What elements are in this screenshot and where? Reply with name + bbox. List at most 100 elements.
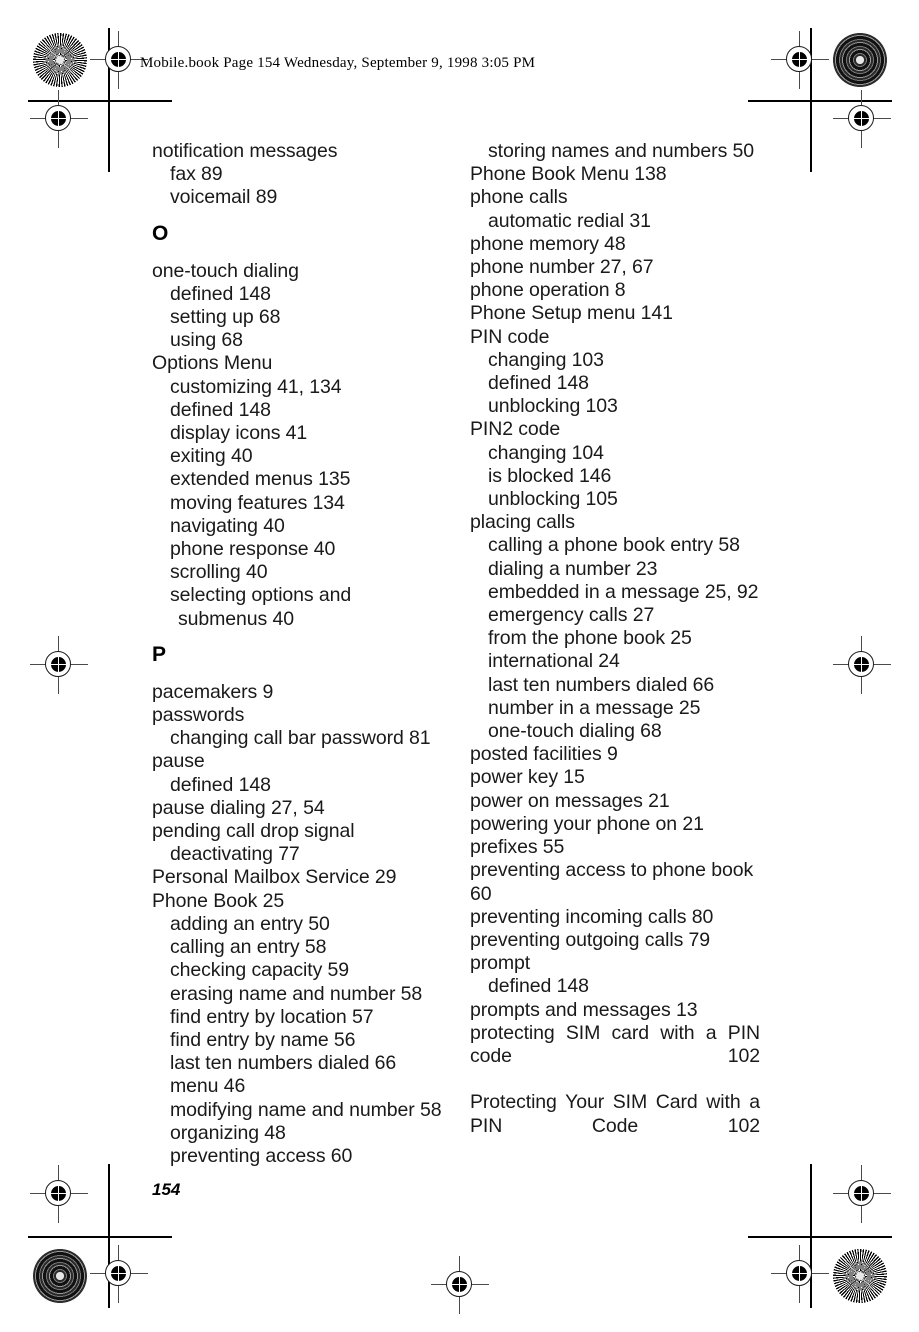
index-entry: last ten numbers dialed 66 (170, 1052, 397, 1075)
reg-dot (111, 52, 126, 67)
index-entry: extended menus 135 (170, 468, 351, 491)
index-entry: Personal Mailbox Service 29 (152, 866, 397, 889)
index-entry: erasing name and number 58 (170, 982, 423, 1005)
concentric-ring-target-icon (33, 1249, 87, 1303)
index-entry: Options Menu (152, 352, 273, 375)
radial-starburst-target-icon (33, 33, 87, 87)
radial-starburst-target-icon (833, 1249, 887, 1303)
reg-dot (792, 1266, 807, 1281)
index-entry: organizing 48 (170, 1121, 286, 1144)
index-entry: protecting SIM card with a PIN code 102 (470, 1021, 760, 1067)
index-entry: scrolling 40 (170, 561, 268, 584)
registration-crosshair-icon (833, 1165, 891, 1223)
reg-dot (452, 1277, 467, 1292)
index-entry: pending call drop signal (152, 820, 355, 843)
index-entry: phone memory 48 (470, 232, 626, 255)
index-entry: calling an entry 58 (170, 936, 327, 959)
printed-page: Mobile.book Page 154 Wednesday, Septembe… (0, 0, 919, 1332)
index-entry: selecting options and submenus 40 (170, 584, 352, 630)
index-entry: display icons 41 (170, 422, 308, 445)
trim-line-bottom-right (748, 1236, 892, 1238)
target-core (855, 1271, 865, 1281)
index-entry: fax 89 (170, 163, 223, 186)
registration-crosshair-icon (833, 90, 891, 148)
index-entry: voicemail 89 (170, 186, 278, 209)
index-entry: prompt (470, 952, 531, 975)
index-entry: storing names and numbers 50 (488, 140, 755, 162)
index-entry: PIN code (470, 325, 550, 348)
index-entry: preventing access to phone book 60 (470, 859, 754, 905)
reg-dot (51, 1186, 66, 1201)
index-entry: notification messages (152, 140, 338, 162)
index-entry: changing 103 (488, 348, 604, 371)
reg-dot (854, 1186, 869, 1201)
index-entry: Phone Book 25 (152, 889, 285, 912)
index-entry: international 24 (488, 650, 620, 673)
reg-dot (792, 52, 807, 67)
registration-crosshair-icon (431, 1256, 489, 1314)
index-entry: moving features 134 (170, 491, 345, 514)
index-entry: last ten numbers dialed 66 (488, 673, 715, 696)
reg-dot (51, 111, 66, 126)
index-entry: one-touch dialing 68 (488, 720, 662, 743)
reg-dot (854, 657, 869, 672)
index-entry: phone operation 8 (470, 279, 626, 302)
registration-crosshair-icon (30, 1165, 88, 1223)
registration-crosshair-icon (90, 1245, 148, 1303)
index-entry: phone number 27, 67 (470, 256, 654, 279)
index-entry: using 68 (170, 329, 243, 352)
index-entry: PIN2 code (470, 418, 561, 441)
registration-crosshair-icon (30, 636, 88, 694)
index-entry: power key 15 (470, 766, 585, 789)
index-column-right: storing names and numbers 50 Phone Book M… (470, 140, 760, 1161)
index-entry: find entry by location 57 (170, 1005, 374, 1028)
index-entry: find entry by name 56 (170, 1028, 356, 1051)
index-entry: setting up 68 (170, 306, 281, 329)
index-entry: navigating 40 (170, 514, 285, 537)
index-entry: defined 148 (170, 773, 271, 796)
index-entry: changing call bar password 81 (170, 727, 431, 750)
index-entry: embedded in a message 25, 92 (488, 580, 759, 603)
index-entry: pacemakers 9 (152, 680, 274, 703)
index-entry: preventing outgoing calls 79 (470, 928, 711, 951)
index-entry: number in a message 25 (488, 696, 701, 719)
page-number: 154 (152, 1180, 181, 1199)
target-core (55, 55, 65, 65)
index-entry: calling a phone book entry 58 (488, 534, 740, 557)
index-entry: emergency calls 27 (488, 604, 655, 627)
index-entry: power on messages 21 (470, 789, 670, 812)
index-entry: pause (152, 750, 205, 773)
index-entry: defined 148 (170, 282, 271, 305)
index-entry: unblocking 103 (488, 395, 618, 418)
index-entry: exiting 40 (170, 445, 253, 468)
index-entry: Phone Book Menu 138 (470, 163, 667, 186)
registration-crosshair-icon (30, 90, 88, 148)
target-core (855, 55, 865, 65)
index-entry: deactivating 77 (170, 843, 300, 866)
index-entry: automatic redial 31 (488, 209, 651, 232)
index-entry: passwords (152, 704, 245, 727)
index-entry: checking capacity 59 (170, 959, 350, 982)
page-header-slug: Mobile.book Page 154 Wednesday, Septembe… (140, 55, 536, 71)
reg-dot (51, 657, 66, 672)
index-entry: pause dialing 27, 54 (152, 796, 325, 819)
index-entry: prompts and messages 13 (470, 998, 698, 1021)
index-entry: dialing a number 23 (488, 557, 658, 580)
index-section-letter: O (152, 221, 169, 245)
index-entry: defined 148 (488, 372, 589, 395)
index-entry: Protecting Your SIM Card with a PIN Code… (470, 1091, 760, 1137)
index-column-left: notification messages fax 89 voicemail 89 O… (152, 140, 442, 1168)
reg-dot (111, 1266, 126, 1281)
index-entry: posted facilities 9 (470, 743, 618, 766)
index-entry: powering your phone on 21 (470, 812, 704, 835)
index-entry: prefixes 55 (470, 836, 565, 859)
target-core (55, 1271, 65, 1281)
registration-crosshair-icon (833, 636, 891, 694)
index-entry: changing 104 (488, 441, 604, 464)
index-entry: preventing incoming calls 80 (470, 905, 714, 928)
index-entry: phone response 40 (170, 538, 336, 561)
index-entry: preventing access 60 (170, 1144, 353, 1167)
registration-crosshair-icon (771, 1245, 829, 1303)
index-entry: one-touch dialing (152, 259, 299, 282)
index-entry: defined 148 (488, 975, 589, 998)
